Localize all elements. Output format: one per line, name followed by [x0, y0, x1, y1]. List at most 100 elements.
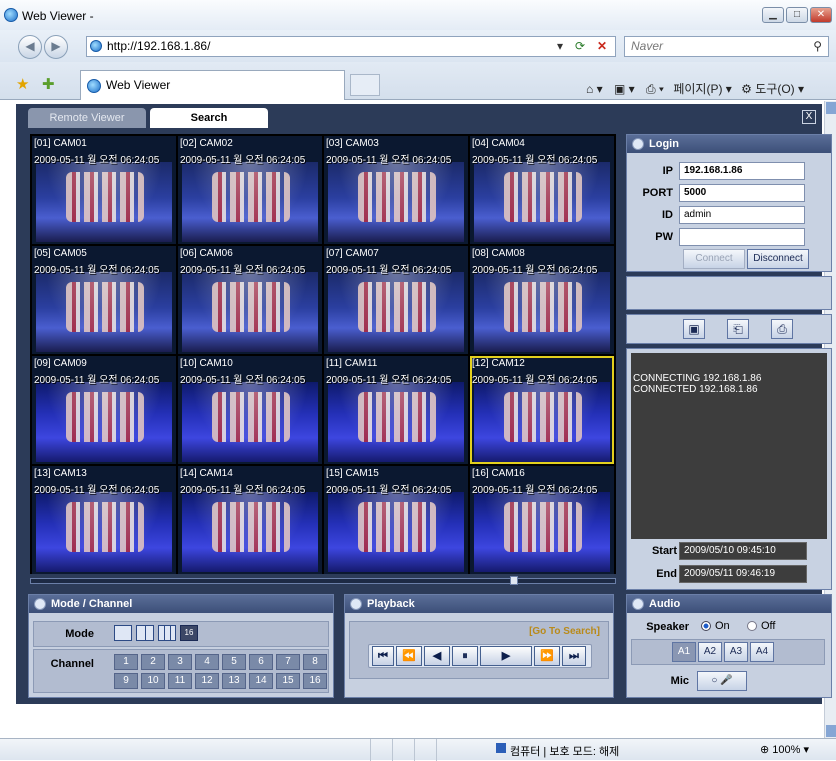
camera-tile[interactable]: [01] CAM01 2009-05-11 월 오전 06:24:05 [32, 136, 176, 244]
scroll-down-arrow[interactable] [826, 725, 836, 737]
jump-end-button[interactable]: ⏭ [562, 646, 586, 666]
camera-tile[interactable]: [13] CAM13 2009-05-11 월 오전 06:24:05 [32, 466, 176, 574]
camera-label: [06] CAM06 [180, 248, 233, 259]
channel-button[interactable]: 3 [168, 654, 192, 670]
dropdown-icon[interactable]: ▾ [557, 37, 563, 56]
mode-1-button[interactable] [114, 625, 132, 641]
ip-field[interactable]: 192.168.1.86 [679, 162, 805, 180]
close-app-icon[interactable]: X [802, 110, 816, 124]
channel-button[interactable]: 6 [249, 654, 273, 670]
play-button[interactable]: ▶ [480, 646, 532, 666]
minimize-button[interactable]: ▁ [762, 7, 784, 23]
start-time-field[interactable]: 2009/05/10 09:45:10 [679, 542, 807, 560]
channel-button[interactable]: 2 [141, 654, 165, 670]
mode-4-button[interactable] [136, 625, 154, 641]
camera-tile[interactable]: [09] CAM09 2009-05-11 월 오전 06:24:05 [32, 356, 176, 464]
disconnect-button[interactable]: Disconnect [747, 249, 809, 269]
timeline-scrubber[interactable] [30, 578, 616, 584]
channel-button[interactable]: 7 [276, 654, 300, 670]
maximize-button[interactable]: □ [786, 7, 808, 23]
home-icon[interactable]: ⌂ ▾ [586, 82, 603, 96]
camera-tile[interactable]: [10] CAM10 2009-05-11 월 오전 06:24:05 [178, 356, 322, 464]
step-back-button[interactable]: ◀ [424, 646, 450, 666]
stop-icon[interactable]: ✕ [597, 37, 607, 56]
password-field[interactable] [679, 228, 805, 246]
feeds-icon[interactable]: ▣ ▾ [614, 82, 635, 96]
speaker-on-radio[interactable] [701, 621, 711, 631]
connect-button[interactable]: Connect [683, 249, 745, 269]
channel-button[interactable]: 9 [114, 673, 138, 689]
camera-tile[interactable]: [15] CAM15 2009-05-11 월 오전 06:24:05 [324, 466, 468, 574]
tab-search[interactable]: Search [150, 108, 268, 128]
camera-tile[interactable]: [06] CAM06 2009-05-11 월 오전 06:24:05 [178, 246, 322, 354]
tab-remote-viewer[interactable]: Remote Viewer [28, 108, 146, 128]
mic-button[interactable]: ○ 🎤 [697, 671, 747, 691]
camera-tile[interactable]: [12] CAM12 2009-05-11 월 오전 06:24:05 [470, 356, 614, 464]
camera-tile[interactable]: [08] CAM08 2009-05-11 월 오전 06:24:05 [470, 246, 614, 354]
refresh-icon[interactable]: ⟳ [575, 37, 585, 56]
new-tab-button[interactable] [350, 74, 380, 96]
jump-start-button[interactable]: ⏮ [372, 646, 394, 666]
camera-timestamp: 2009-05-11 월 오전 06:24:05 [326, 155, 452, 166]
pause-button[interactable]: ⏸ [452, 646, 478, 666]
search-input[interactable]: Naver ⚲ [624, 36, 829, 57]
mode-16-button[interactable]: 16 [180, 625, 198, 641]
camera-feed [328, 492, 464, 572]
back-button[interactable]: ◀ [18, 35, 42, 59]
browser-tab[interactable]: Web Viewer [80, 70, 345, 100]
fast-forward-button[interactable]: ⏩ [534, 646, 560, 666]
camera-feed [182, 492, 318, 572]
address-bar[interactable]: http://192.168.1.86/ ▾ ⟳ ✕ [86, 36, 616, 57]
channel-button[interactable]: 13 [222, 673, 246, 689]
favorites-star-icon[interactable]: ★ [16, 75, 29, 93]
print-icon[interactable]: ⎙ ▾ [646, 82, 664, 96]
speaker-off-radio[interactable] [747, 621, 757, 631]
tools-menu-label: 도구(O) [755, 82, 795, 96]
end-time-field[interactable]: 2009/05/11 09:46:19 [679, 565, 807, 583]
channel-button[interactable]: 5 [222, 654, 246, 670]
camera-tile[interactable]: [14] CAM14 2009-05-11 월 오전 06:24:05 [178, 466, 322, 574]
audio-channel-a4[interactable]: A4 [750, 642, 774, 662]
zoom-value: 100% [772, 744, 801, 756]
camera-tile[interactable]: [07] CAM07 2009-05-11 월 오전 06:24:05 [324, 246, 468, 354]
camera-tile[interactable]: [02] CAM02 2009-05-11 월 오전 06:24:05 [178, 136, 322, 244]
print-frame-icon[interactable]: ⎙ [771, 319, 793, 339]
tools-menu[interactable]: ⚙ 도구(O) ▾ [741, 82, 804, 96]
camera-tile[interactable]: [03] CAM03 2009-05-11 월 오전 06:24:05 [324, 136, 468, 244]
channel-button[interactable]: 1 [114, 654, 138, 670]
go-to-search-link[interactable]: [Go To Search] [529, 626, 600, 637]
port-label: PORT [642, 187, 673, 199]
audio-channel-a3[interactable]: A3 [724, 642, 748, 662]
page-menu[interactable]: 페이지(P) ▾ [673, 82, 731, 96]
channel-button[interactable]: 4 [195, 654, 219, 670]
add-favorite-icon[interactable]: ✚ [42, 75, 55, 93]
id-field[interactable]: admin [679, 206, 805, 224]
channel-button[interactable]: 15 [276, 673, 300, 689]
channel-button[interactable]: 11 [168, 673, 192, 689]
camera-tile[interactable]: [04] CAM04 2009-05-11 월 오전 06:24:05 [470, 136, 614, 244]
timeline-thumb[interactable] [510, 576, 518, 585]
save-icon[interactable]: ▣ [683, 319, 705, 339]
channel-button[interactable]: 8 [303, 654, 327, 670]
backup-icon[interactable]: ⎗ [727, 319, 749, 339]
close-window-button[interactable]: ✕ [810, 7, 832, 23]
port-field[interactable]: 5000 [679, 184, 805, 202]
zoom-control[interactable]: ⊕ 100% ▾ [760, 743, 809, 756]
mode-9-button[interactable] [158, 625, 176, 641]
playback-icon [350, 598, 362, 610]
audio-channel-a2[interactable]: A2 [698, 642, 722, 662]
audio-channel-a1[interactable]: A1 [672, 642, 696, 662]
channel-button[interactable]: 10 [141, 673, 165, 689]
rewind-button[interactable]: ⏪ [396, 646, 422, 666]
channel-button[interactable]: 14 [249, 673, 273, 689]
scroll-up-arrow[interactable] [826, 102, 836, 114]
camera-feed [474, 382, 610, 462]
monitor-icon [34, 598, 46, 610]
channel-button[interactable]: 12 [195, 673, 219, 689]
camera-tile[interactable]: [16] CAM16 2009-05-11 월 오전 06:24:05 [470, 466, 614, 574]
search-icon[interactable]: ⚲ [813, 37, 822, 56]
forward-button[interactable]: ▶ [44, 35, 68, 59]
camera-tile[interactable]: [05] CAM05 2009-05-11 월 오전 06:24:05 [32, 246, 176, 354]
channel-button[interactable]: 16 [303, 673, 327, 689]
camera-tile[interactable]: [11] CAM11 2009-05-11 월 오전 06:24:05 [324, 356, 468, 464]
